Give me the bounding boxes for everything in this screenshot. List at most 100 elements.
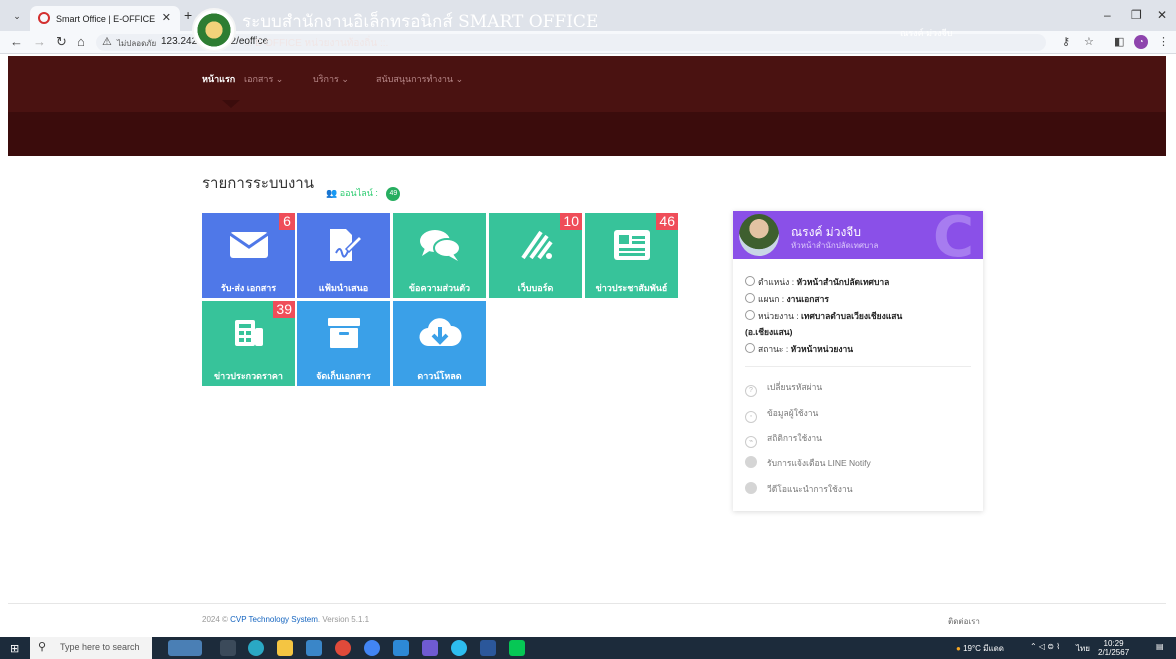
tile-label: แฟ้มนำเสนอ xyxy=(318,283,369,293)
tile-download[interactable]: ดาวน์โหลด xyxy=(393,301,486,386)
menu-user-info[interactable]: ◦ ข้อมูลผู้ใช้งาน xyxy=(745,406,818,423)
contact-link[interactable]: ติดต่อเรา xyxy=(948,615,980,628)
mail-icon[interactable] xyxy=(393,640,409,656)
tile-proposal-folder[interactable]: แฟ้มนำเสนอ xyxy=(297,213,390,298)
file-explorer-icon[interactable] xyxy=(277,640,293,656)
profile-card-header: C ณรงค์ ม่วงจีบ หัวหน้าสำนักปลัดเทศบาล xyxy=(733,211,983,259)
minimize-icon[interactable]: – xyxy=(1104,8,1111,22)
browser-profile-icon[interactable]: ◔ xyxy=(1134,35,1148,49)
section-title: รายการระบบงาน xyxy=(202,175,314,192)
window-close-icon[interactable]: ✕ xyxy=(1157,8,1167,22)
avatar[interactable] xyxy=(739,214,779,256)
restore-icon[interactable]: ❐ xyxy=(1131,8,1142,22)
footer-divider xyxy=(8,603,1166,604)
tile-badge: 39 xyxy=(273,301,295,318)
side-panel-icon[interactable]: ◧ xyxy=(1114,35,1124,48)
back-icon[interactable]: ← xyxy=(10,34,23,49)
municipality-logo[interactable] xyxy=(192,8,236,52)
tab-close-icon[interactable]: ✕ xyxy=(162,11,171,24)
header-user-name[interactable]: ณรงค์ ม่วงจีบ xyxy=(900,26,952,40)
users-icon: 👥 xyxy=(326,188,338,198)
new-tab-icon[interactable]: + xyxy=(184,7,192,23)
tile-label: ข่าวประชาสัมพันธ์ xyxy=(595,283,668,293)
tile-document-archive[interactable]: จัดเก็บเอกสาร xyxy=(297,301,390,386)
nav-home[interactable]: หน้าแรก xyxy=(202,72,235,86)
tile-webboard[interactable]: เว็บบอร์ด 10 xyxy=(489,213,582,298)
info-department: แผนก : งานเอกสาร xyxy=(745,292,829,306)
spinner-icon xyxy=(745,276,755,286)
store-icon[interactable] xyxy=(306,640,322,656)
spinner-icon xyxy=(745,343,755,353)
clock[interactable]: 10:29 2/1/2567 xyxy=(1098,639,1129,657)
site-header xyxy=(8,56,1166,156)
card-decoration: C xyxy=(933,211,975,259)
nav-documents[interactable]: เอกสาร ⌄ xyxy=(244,72,283,86)
favicon-icon xyxy=(38,12,50,24)
bookmark-star-icon[interactable]: ☆ xyxy=(1084,35,1094,48)
tile-label: ข่าวประกวดราคา xyxy=(214,371,283,381)
menu-usage-stats[interactable]: ⌁ สถิติการใช้งาน xyxy=(745,431,822,448)
menu-change-password[interactable]: ? เปลี่ยนรหัสผ่าน xyxy=(745,380,822,397)
tile-label: จัดเก็บเอกสาร xyxy=(316,371,371,381)
spinner-icon xyxy=(745,293,755,303)
tile-label: ข้อความส่วนตัว xyxy=(408,283,471,293)
cloud-download-icon xyxy=(393,311,486,355)
tile-label: ดาวน์โหลด xyxy=(417,371,462,381)
video-icon xyxy=(745,482,757,494)
forward-icon[interactable]: → xyxy=(33,34,46,49)
weather-status[interactable]: ● 19°C มีแดด xyxy=(956,642,1004,655)
windows-start-icon[interactable]: ⊞ xyxy=(10,642,19,655)
nav-services[interactable]: บริการ ⌄ xyxy=(313,72,349,86)
online-label: ออนไลน์ : xyxy=(339,188,378,198)
security-label[interactable]: ไม่ปลอดภัย xyxy=(117,37,156,50)
tile-bid-news[interactable]: ข่าวประกวดราคา 39 xyxy=(202,301,295,386)
taskbar-search[interactable]: ⚲ Type here to search xyxy=(30,637,152,659)
tile-document-exchange[interactable]: รับ-ส่ง เอกสาร 6 xyxy=(202,213,295,298)
browser-menu-icon[interactable]: ⋮ xyxy=(1158,35,1169,48)
browser-tab[interactable]: Smart Office | E-OFFICE หน่วยงาน ✕ xyxy=(30,6,180,31)
chrome-icon[interactable] xyxy=(364,640,380,656)
sun-icon: ● xyxy=(956,644,961,653)
notification-icon[interactable]: ▤ xyxy=(1156,642,1164,651)
line-app-icon[interactable] xyxy=(509,640,525,656)
key-icon: ? xyxy=(745,385,757,397)
online-indicator: 👥 ออนไลน์ : 49 xyxy=(326,186,401,201)
windows-taskbar: ⊞ ⚲ Type here to search ● 19°C มีแดด ⌃ ◁… xyxy=(0,637,1176,659)
tile-public-news[interactable]: ข่าวประชาสัมพันธ์ 46 xyxy=(585,213,678,298)
language-indicator[interactable]: ไทย xyxy=(1076,642,1090,655)
tray-icons[interactable]: ⌃ ◁ ⊜ ⌇ xyxy=(1030,642,1060,651)
menu-line-notify[interactable]: รับการแจ้งเตือน LINE Notify xyxy=(745,456,871,470)
reload-icon[interactable]: ↻ xyxy=(56,34,67,50)
menu-tutorial-video[interactable]: วีดีโอแนะนำการใช้งาน xyxy=(745,482,853,496)
edge-icon[interactable] xyxy=(248,640,264,656)
warning-icon[interactable]: ⚠ xyxy=(102,35,112,48)
document-sign-icon xyxy=(297,223,390,267)
nav-work-support[interactable]: สนับสนุนการทำงาน ⌄ xyxy=(376,72,463,86)
company-link[interactable]: CVP Technology System xyxy=(230,615,318,624)
home-icon[interactable]: ⌂ xyxy=(77,34,85,49)
main-nav xyxy=(8,112,1166,156)
meet-icon[interactable] xyxy=(451,640,467,656)
site-subtitle: .:: E-OFFICE หน่วยงานท้องถิ่น ::. xyxy=(244,38,389,49)
photoshop-icon[interactable] xyxy=(422,640,438,656)
opera-icon[interactable] xyxy=(335,640,351,656)
news-widget-icon[interactable] xyxy=(168,640,202,656)
tile-private-messages[interactable]: ข้อความส่วนตัว xyxy=(393,213,486,298)
tile-badge: 46 xyxy=(656,213,678,230)
line-chat-icon xyxy=(745,456,757,468)
spinner-icon xyxy=(745,310,755,320)
tab-search-icon[interactable]: ⌄ xyxy=(8,8,26,24)
info-status: สถานะ : หัวหน้าหน่วยงาน xyxy=(745,342,853,356)
footer-copyright: 2024 © CVP Technology System. Version 5.… xyxy=(202,615,370,624)
tile-badge: 6 xyxy=(279,213,295,230)
info-organization-district: (อ.เชียงแสน) xyxy=(745,327,793,337)
tile-label: เว็บบอร์ด xyxy=(517,283,554,293)
word-icon[interactable] xyxy=(480,640,496,656)
profile-role: หัวหน้าสำนักปลัดเทศบาล xyxy=(791,241,879,250)
search-placeholder: Type here to search xyxy=(60,642,140,652)
site-title: ระบบสำนักงานอิเล็กทรอนิกส์ SMART OFFICE xyxy=(242,12,599,32)
key-icon[interactable]: ⚷ xyxy=(1062,35,1070,48)
profile-card: C ณรงค์ ม่วงจีบ หัวหน้าสำนักปลัดเทศบาล ต… xyxy=(733,211,983,511)
card-divider xyxy=(745,366,971,367)
task-view-icon[interactable] xyxy=(220,640,236,656)
